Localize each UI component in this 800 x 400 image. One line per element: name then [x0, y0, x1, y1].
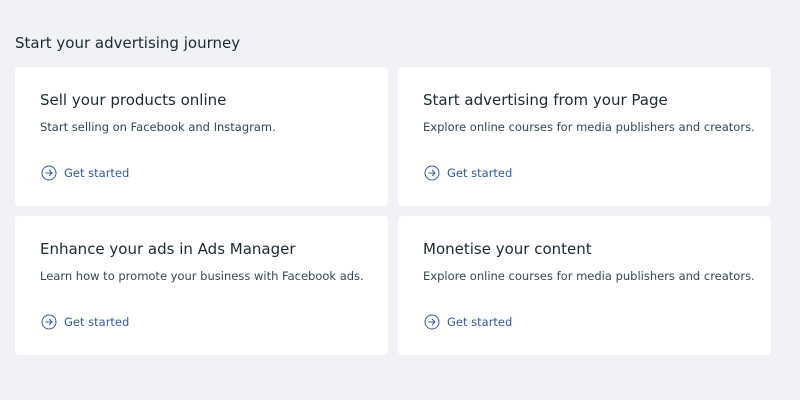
get-started-link[interactable]: Get started: [424, 314, 512, 330]
card-title: Start advertising from your Page: [423, 91, 668, 109]
card-start-advertising-page: Start advertising from your Page Explore…: [398, 67, 771, 206]
get-started-label: Get started: [64, 166, 130, 180]
card-enhance-ads-manager: Enhance your ads in Ads Manager Learn ho…: [15, 216, 388, 355]
arrow-right-circle-icon: [41, 314, 57, 330]
arrow-right-circle-icon: [424, 314, 440, 330]
get-started-label: Get started: [447, 166, 513, 180]
card-description: Explore online courses for media publish…: [423, 269, 755, 283]
arrow-right-circle-icon: [41, 165, 57, 181]
get-started-link[interactable]: Get started: [41, 314, 129, 330]
get-started-link[interactable]: Get started: [424, 165, 512, 181]
get-started-label: Get started: [64, 315, 130, 329]
card-title: Sell your products online: [40, 91, 227, 109]
card-sell-products-online: Sell your products online Start selling …: [15, 67, 388, 206]
get-started-label: Get started: [447, 315, 513, 329]
arrow-right-circle-icon: [424, 165, 440, 181]
card-monetise-content: Monetise your content Explore online cou…: [398, 216, 771, 355]
card-description: Explore online courses for media publish…: [423, 120, 755, 134]
card-title: Enhance your ads in Ads Manager: [40, 240, 296, 258]
card-description: Start selling on Facebook and Instagram.: [40, 120, 276, 134]
section-title: Start your advertising journey: [15, 34, 241, 52]
get-started-link[interactable]: Get started: [41, 165, 129, 181]
card-title: Monetise your content: [423, 240, 592, 258]
card-description: Learn how to promote your business with …: [40, 269, 364, 283]
